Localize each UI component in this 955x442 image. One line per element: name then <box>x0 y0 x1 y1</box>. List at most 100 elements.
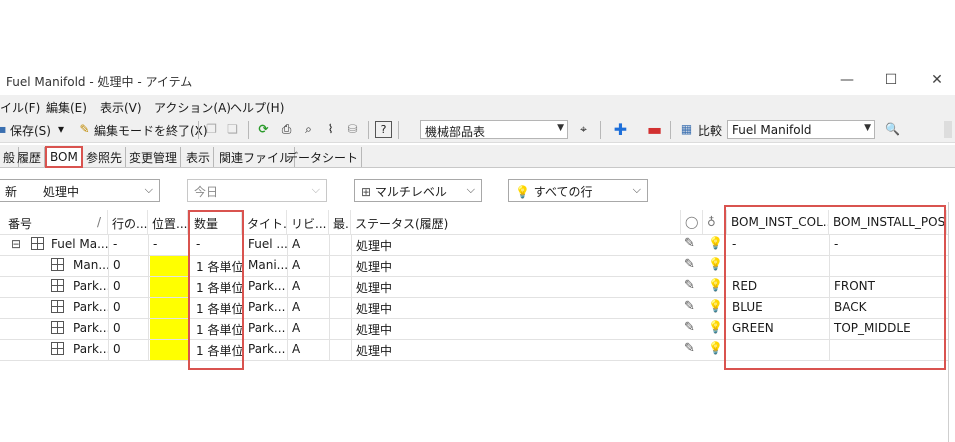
header-circle-icon[interactable]: ◯ <box>681 210 703 234</box>
pencil-icon[interactable]: ✎ <box>684 236 695 251</box>
state-filter[interactable]: 新 処理中 ⌵ <box>0 179 160 202</box>
tab-bar: 般 履歴 BOM 参照先 変更管理 表示 関連ファイル データシート <box>0 145 955 168</box>
header-latest[interactable]: 最. <box>329 210 351 234</box>
print-preview-icon[interactable]: ⌕ <box>300 121 317 138</box>
cell-status: 処理中 <box>356 323 393 337</box>
end-edit-button[interactable]: 編集モードを終了(X) <box>94 122 208 139</box>
cell-latest <box>331 297 351 318</box>
part-icon <box>48 297 68 318</box>
save-dropdown[interactable]: ▾ <box>58 122 64 136</box>
attach-icon[interactable]: ⌇ <box>322 121 339 138</box>
lightbulb-icon[interactable]: 💡 <box>708 278 723 292</box>
panel-edge <box>948 202 949 442</box>
lock-icon[interactable]: ⛁ <box>344 121 361 138</box>
menu-help[interactable]: ヘルプ(H) <box>230 99 284 116</box>
tab-view[interactable]: 表示 <box>183 147 215 167</box>
toolbar-separator <box>368 121 369 139</box>
cell-number: Park... <box>73 342 108 356</box>
chevron-down-icon: ⌵ <box>632 183 641 196</box>
level-filter-value: マルチレベル <box>374 185 447 199</box>
remove-icon[interactable]: ▬ <box>646 121 663 138</box>
help-icon[interactable]: ? <box>375 121 392 138</box>
edit-pencil-icon: ✎ <box>79 122 90 136</box>
menu-file[interactable]: イル(F) <box>0 99 40 116</box>
tab-bom[interactable]: BOM <box>45 146 83 168</box>
lightbulb-icon[interactable]: 💡 <box>708 341 723 355</box>
part-icon <box>48 318 68 339</box>
cell-line: - <box>113 237 118 251</box>
compare-select[interactable]: Fuel Manifold ▼ <box>727 120 875 139</box>
bom-attributes-annotation-box <box>724 205 946 370</box>
tab-change-management[interactable]: 変更管理 <box>126 147 182 167</box>
header-status[interactable]: ステータス(履歴) <box>351 210 681 234</box>
tab-history[interactable]: 履歴 <box>14 147 46 167</box>
header-revision[interactable]: リビ... <box>287 210 329 234</box>
cell-line: 0 <box>113 342 121 356</box>
lightbulb-icon[interactable]: 💡 <box>708 257 723 271</box>
menu-view[interactable]: 表示(V) <box>100 99 142 116</box>
tab-datasheet[interactable]: データシート <box>283 147 363 167</box>
part-icon <box>48 255 68 276</box>
copy-icon[interactable]: ❐ <box>203 121 220 138</box>
close-button[interactable]: ✕ <box>914 68 955 92</box>
toolbar: ▪ 保存(S) ▾ ✎ 編集モードを終了(X) ❐ ❏ ⟳ ⎙ ⌕ ⌇ ⛁ ? … <box>0 117 955 143</box>
pencil-icon[interactable]: ✎ <box>684 299 695 314</box>
minimize-button[interactable]: — <box>824 68 870 92</box>
lightbulb-icon[interactable]: 💡 <box>708 236 723 250</box>
cell-line: 0 <box>113 279 121 293</box>
rows-filter[interactable]: 💡 すべての行 ⌵ <box>508 179 648 202</box>
chevron-down-icon: ⌵ <box>466 183 475 196</box>
lightbulb-icon[interactable]: 💡 <box>708 320 723 334</box>
menu-bar: イル(F) 編集(E) 表示(V) アクション(A) ヘルプ(H) <box>0 95 955 117</box>
assembly-icon <box>28 234 48 255</box>
menu-edit[interactable]: 編集(E) <box>46 99 87 116</box>
date-filter[interactable]: 今日 ⌵ <box>187 179 327 202</box>
pencil-icon[interactable]: ✎ <box>684 341 695 356</box>
cell-revision: A <box>292 300 301 314</box>
level-filter[interactable]: ⊞ マルチレベル ⌵ <box>354 179 482 202</box>
pencil-icon[interactable]: ✎ <box>684 257 695 272</box>
maximize-button[interactable]: ☐ <box>868 68 914 92</box>
toolbar-scroll-handle[interactable] <box>944 121 952 138</box>
cell-title: Park... <box>248 279 286 293</box>
cell-revision: A <box>292 321 301 335</box>
header-title[interactable]: タイト... <box>243 210 287 234</box>
print-icon[interactable]: ⎙ <box>278 121 295 138</box>
cell-latest <box>331 276 351 297</box>
cell-line: 0 <box>113 321 121 335</box>
cell-status: 処理中 <box>356 344 393 358</box>
refresh-icon[interactable]: ⟳ <box>255 121 272 138</box>
tree-collapse-icon[interactable]: ⊟ <box>8 234 28 255</box>
binoculars-icon[interactable]: 🔍 <box>884 121 901 138</box>
state-filter-value: 処理中 <box>43 185 80 199</box>
cell-title: Fuel ... <box>248 237 287 251</box>
category-select[interactable]: 機械部品表 ▼ <box>420 120 568 139</box>
add-icon[interactable]: ✚ <box>612 121 629 138</box>
window-title: Fuel Manifold - 処理中 - アイテム <box>6 75 193 89</box>
compare-label: 比較 <box>698 124 723 138</box>
header-position[interactable]: 位置... <box>148 210 188 234</box>
sort-indicator: / <box>96 215 101 229</box>
menu-action[interactable]: アクション(A) <box>154 99 231 116</box>
cell-revision: A <box>292 237 301 251</box>
find-item-icon[interactable]: ⌖ <box>575 121 592 138</box>
lightbulb-icon[interactable]: 💡 <box>708 299 723 313</box>
cell-title: Mani... <box>248 258 287 272</box>
cell-status: 処理中 <box>356 260 393 274</box>
state-filter-prefix: 新 <box>5 185 18 199</box>
header-number[interactable]: 番号 / <box>4 210 108 234</box>
pencil-icon[interactable]: ✎ <box>684 320 695 335</box>
toolbar-separator <box>398 121 399 139</box>
cell-line: 0 <box>113 300 121 314</box>
paste-icon[interactable]: ❏ <box>224 121 241 138</box>
cell-latest <box>331 255 351 276</box>
cell-status: 処理中 <box>356 281 393 295</box>
cell-title: Park... <box>248 321 286 335</box>
tab-references[interactable]: 参照先 <box>83 147 127 167</box>
cell-latest <box>331 234 351 255</box>
part-icon <box>48 339 68 360</box>
header-line[interactable]: 行の... <box>108 210 148 234</box>
pencil-icon[interactable]: ✎ <box>684 278 695 293</box>
cell-title: Park... <box>248 342 286 356</box>
save-button[interactable]: 保存(S) <box>10 122 51 139</box>
